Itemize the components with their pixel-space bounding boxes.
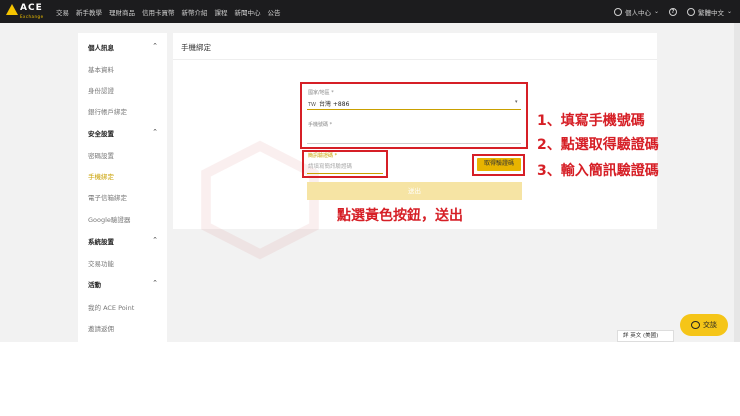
annotation-step-1: 1、填寫手機號碼 [537,113,645,129]
language-label: 繁體中文 [697,8,724,17]
annotation-submit: 點選黃色按鈕，送出 [337,208,463,224]
globe-icon [686,7,695,16]
chevron-up-icon: ⌃ [152,279,158,287]
sidebar-item-email-binding[interactable]: 電子信箱綁定 [88,192,160,204]
help-button[interactable]: ? [668,7,677,16]
sidebar-item-basic-info[interactable]: 基本資料 [88,64,160,76]
chat-label: 交談 [703,321,717,329]
sidebar-item-ace-point[interactable]: 我的 ACE Point [88,302,160,314]
nav-link-trade[interactable]: 交易 [56,7,69,17]
brand-subtitle: Exchange [20,14,44,19]
sidebar-section-security[interactable]: 安全設置 ⌃ [88,128,160,140]
nav-link-news[interactable]: 新聞中心 [235,7,261,17]
sidebar-item-referral[interactable]: 邀請返佣 [88,323,160,335]
sidebar-item-trade-functions[interactable]: 交易功能 [88,258,160,270]
nav-link-products[interactable]: 理財商品 [109,7,135,17]
chat-bubble-icon [691,321,700,329]
annotation-step-3: 3、輸入簡訊驗證碼 [537,163,659,179]
sidebar-item-identity[interactable]: 身份認證 [88,85,160,97]
sidebar-item-bank[interactable]: 銀行帳戶綁定 [88,106,160,118]
sidebar-item-password[interactable]: 密碼設置 [88,150,160,162]
nav-link-card-buy[interactable]: 信用卡買幣 [142,7,175,17]
chevron-up-icon: ⌃ [152,42,158,50]
top-nav: ACE Exchange 交易 新手教學 理財商品 信用卡買幣 新幣介紹 課程 … [0,0,740,23]
nav-right: 個人中心 ⌄ ? 繁體中文 ⌄ [613,0,732,23]
chevron-down-icon: ⌄ [726,8,732,15]
sidebar-section-title: 活動 [88,281,101,289]
sidebar-section-system[interactable]: 系統設置 ⌃ [88,236,160,248]
language-menu[interactable]: 繁體中文 ⌄ [686,7,732,17]
page: ACE Exchange 交易 新手教學 理財商品 信用卡買幣 新幣介紹 課程 … [0,0,740,342]
submit-button[interactable]: 送出 [307,182,522,200]
sidebar-section-personal[interactable]: 個人訊息 ⌃ [88,42,160,54]
logo[interactable]: ACE Exchange [6,2,52,21]
page-scrollbar[interactable] [734,23,740,342]
user-icon [613,7,622,16]
sidebar-item-google-auth[interactable]: Google驗證器 [88,214,160,226]
nav-link-tutorial[interactable]: 新手教學 [76,7,102,17]
brand-name: ACE [20,3,43,13]
sidebar-section-title: 個人訊息 [88,44,114,52]
divider [173,59,657,60]
nav-link-courses[interactable]: 課程 [215,7,228,17]
annotation-step-2: 2、點選取得驗證碼 [537,137,659,153]
language-tooltip: 詳 英文 (美國) [617,330,674,342]
ace-logo-icon [6,4,18,15]
screenshot-frame: ACE Exchange 交易 新手教學 理財商品 信用卡買幣 新幣介紹 課程 … [0,0,740,416]
sidebar-section-title: 系統設置 [88,238,114,246]
highlight-code-input [302,150,388,178]
account-label: 個人中心 [624,8,651,17]
nav-links: 交易 新手教學 理財商品 信用卡買幣 新幣介紹 課程 新聞中心 公告 [56,0,281,23]
chevron-up-icon: ⌃ [152,128,158,136]
nav-link-new-coins[interactable]: 新幣介紹 [182,7,208,17]
sidebar-section-activities[interactable]: 活動 ⌃ [88,279,160,291]
account-menu[interactable]: 個人中心 ⌄ [613,7,659,17]
help-icon: ? [668,7,677,16]
page-title: 手機綁定 [181,43,211,52]
chevron-up-icon: ⌃ [152,236,158,244]
sidebar-item-phone-binding[interactable]: 手機綁定 [88,171,160,183]
chevron-down-icon: ⌄ [653,8,659,15]
sidebar: 個人訊息 ⌃ 基本資料 身份認證 銀行帳戶綁定 安全設置 ⌃ 密碼設置 手機綁定… [78,33,167,342]
chat-button[interactable]: 交談 [680,314,728,336]
highlight-phone-fields [300,82,528,149]
nav-link-announcements[interactable]: 公告 [268,7,281,17]
sidebar-section-title: 安全設置 [88,130,114,138]
highlight-get-code [472,154,525,176]
